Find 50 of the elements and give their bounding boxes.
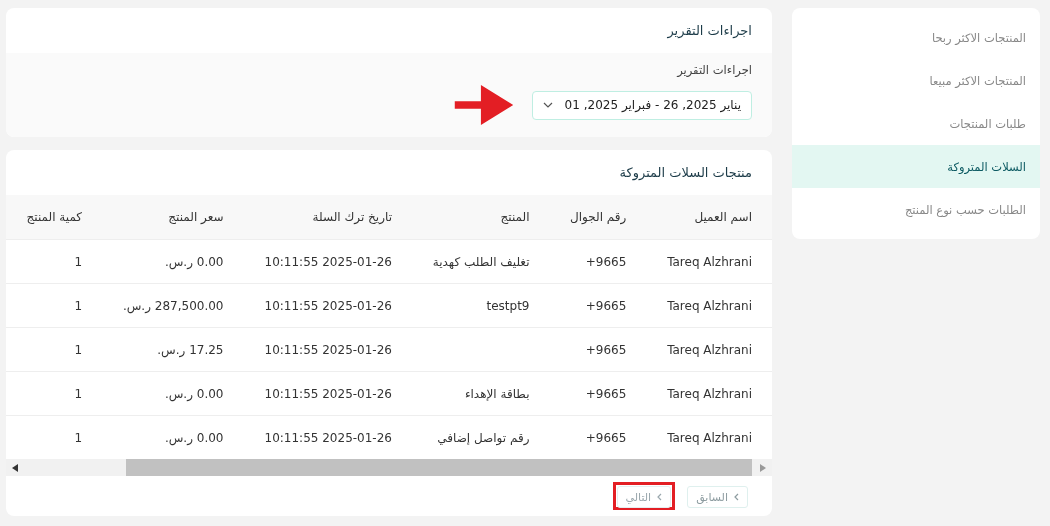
table-cell: Tareq Alzhrani bbox=[667, 254, 752, 269]
column-header: تاريخ ترك السلة bbox=[243, 195, 412, 240]
column-header: المنتج bbox=[412, 195, 550, 240]
table-cell: 0.00 ر.س. bbox=[164, 254, 224, 269]
column-header: رقم الجوال bbox=[549, 195, 647, 240]
table-cell: رقم تواصل إضافي bbox=[437, 430, 530, 445]
table-cell: 287,500.00 ر.س. bbox=[122, 298, 224, 313]
field-label: اجراءات التقرير bbox=[675, 63, 752, 77]
table-cell: تغليف الطلب كهدية bbox=[432, 254, 530, 269]
table-cell: 0.00 ر.س. bbox=[164, 430, 224, 445]
table-cell: Tareq Alzhrani bbox=[667, 342, 752, 357]
table-cell: بطاقة الإهداء bbox=[464, 386, 530, 401]
column-header: سعر المنتج bbox=[102, 195, 244, 240]
sidebar-item[interactable]: المنتجات الاكثر ربحا bbox=[792, 16, 1040, 59]
table-cell: +9665 bbox=[585, 254, 627, 269]
sidebar-item[interactable]: طلبات المنتجات bbox=[792, 102, 1040, 145]
card-title: اجراءات التقرير bbox=[667, 23, 752, 38]
scroll-right-icon[interactable] bbox=[760, 463, 766, 472]
table-cell: 1 bbox=[74, 254, 83, 269]
scroll-left-icon[interactable] bbox=[12, 463, 18, 472]
chevron-icon bbox=[734, 493, 739, 501]
sidebar-item[interactable]: المنتجات الاكثر مبيعا bbox=[792, 59, 1040, 102]
table-cell: +9665 bbox=[585, 430, 627, 445]
table-cell: +9665 bbox=[585, 298, 627, 313]
chevron-down-icon bbox=[542, 102, 553, 108]
table-cell: 17.25 ر.س. bbox=[157, 342, 224, 357]
date-range-picker[interactable]: يناير 2025, 26 - فبراير 2025, 01 bbox=[531, 90, 752, 120]
table-cell: 1 bbox=[74, 298, 83, 313]
table-cell: 2025-01-26 10:11:55 bbox=[264, 386, 392, 401]
pagination-button[interactable]: التالي bbox=[616, 486, 672, 508]
table-cell: 2025-01-26 10:11:55 bbox=[264, 298, 392, 313]
table-cell: 1 bbox=[74, 386, 83, 401]
sidebar-item[interactable]: الطلبات حسب نوع المنتج bbox=[792, 188, 1040, 231]
table-cell: Tareq Alzhrani bbox=[667, 386, 752, 401]
table-cell: 2025-01-26 10:11:55 bbox=[264, 254, 392, 269]
sidebar-item[interactable]: السلات المتروكة bbox=[792, 145, 1040, 188]
card-title: منتجات السلات المتروكة bbox=[619, 165, 752, 180]
table-cell: testpt9 bbox=[486, 298, 530, 313]
table-cell: +9665 bbox=[585, 342, 627, 357]
column-header: اسم العميل bbox=[646, 195, 772, 240]
chevron-icon bbox=[657, 493, 663, 501]
table-cell: Tareq Alzhrani bbox=[667, 430, 752, 445]
table-cell: 2025-01-26 10:11:55 bbox=[264, 430, 392, 445]
table-cell: Tareq Alzhrani bbox=[667, 298, 752, 313]
table-cell: 0.00 ر.س. bbox=[164, 386, 224, 401]
table-cell: +9665 bbox=[585, 386, 627, 401]
column-header: كمية المنتج bbox=[6, 195, 103, 240]
table-cell: 1 bbox=[74, 342, 83, 357]
table-cell: 2025-01-26 10:11:55 bbox=[264, 342, 392, 357]
table-cell: 1 bbox=[74, 430, 83, 445]
